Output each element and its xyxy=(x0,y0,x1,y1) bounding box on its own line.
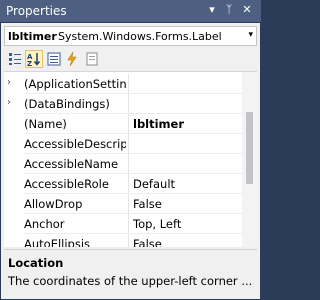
description-text: The coordinates of the upper-left corner… xyxy=(8,274,253,288)
property-value[interactable] xyxy=(128,154,242,174)
properties-panel: lbltimer System.Windows.Forms.Label ▾ A … xyxy=(1,23,260,299)
property-row[interactable]: AccessibleName xyxy=(4,154,242,174)
property-pages-icon[interactable] xyxy=(83,50,101,68)
property-value[interactable]: Top, Left xyxy=(128,214,242,234)
chevron-down-icon[interactable]: ▾ xyxy=(248,30,253,40)
expand-icon[interactable]: › xyxy=(7,97,17,108)
property-value[interactable]: Default xyxy=(128,174,242,194)
properties-icon[interactable] xyxy=(45,50,63,68)
window-title: Properties xyxy=(6,4,67,18)
property-value[interactable]: False xyxy=(128,234,242,247)
properties-title-bar: Properties ▾ ᛉ ✕ xyxy=(0,0,261,22)
property-value[interactable] xyxy=(128,134,242,154)
property-row[interactable]: AccessibleDescription xyxy=(4,134,242,154)
pin-icon[interactable]: ᛉ xyxy=(222,3,236,17)
property-row[interactable]: Anchor Top, Left xyxy=(4,214,242,234)
expand-icon[interactable]: › xyxy=(7,77,17,88)
property-name: (DataBindings) xyxy=(24,97,110,111)
description-title: Location xyxy=(8,256,64,270)
property-name: AccessibleDescription xyxy=(24,137,126,151)
close-icon[interactable]: ✕ xyxy=(240,3,254,17)
dropdown-icon[interactable]: ▾ xyxy=(205,3,219,17)
property-row[interactable]: (Name) lbltimer xyxy=(4,114,242,134)
property-row[interactable]: › (DataBindings) xyxy=(4,94,242,114)
property-name: AllowDrop xyxy=(24,197,83,211)
property-value[interactable]: lbltimer xyxy=(128,114,242,134)
categorized-icon[interactable] xyxy=(6,50,24,68)
property-grid: › (ApplicationSettings) › (DataBindings)… xyxy=(4,71,257,247)
property-name: AutoEllipsis xyxy=(24,237,91,247)
property-value[interactable] xyxy=(128,94,242,114)
vertical-scrollbar[interactable] xyxy=(242,72,257,247)
properties-toolbar: A Z xyxy=(4,49,257,69)
events-icon[interactable] xyxy=(63,50,81,68)
property-name: (ApplicationSettings) xyxy=(24,77,126,91)
description-pane: Location The coordinates of the upper-le… xyxy=(4,249,257,297)
object-type: System.Windows.Forms.Label xyxy=(58,30,222,43)
property-name: (Name) xyxy=(24,117,67,131)
property-value[interactable] xyxy=(128,74,242,94)
property-row[interactable]: AutoEllipsis False xyxy=(4,234,242,247)
property-row[interactable]: AccessibleRole Default xyxy=(4,174,242,194)
property-name: AccessibleRole xyxy=(24,177,109,191)
property-name: AccessibleName xyxy=(24,157,119,171)
svg-text:Z: Z xyxy=(27,60,32,67)
alphabetical-icon[interactable]: A Z xyxy=(25,50,43,68)
property-name: Anchor xyxy=(24,217,65,231)
property-row[interactable]: › (ApplicationSettings) xyxy=(4,74,242,94)
scrollbar-thumb[interactable] xyxy=(246,112,253,184)
property-value[interactable]: False xyxy=(128,194,242,214)
object-selector[interactable]: lbltimer System.Windows.Forms.Label ▾ xyxy=(4,26,257,46)
object-name: lbltimer xyxy=(8,30,57,43)
property-row[interactable]: AllowDrop False xyxy=(4,194,242,214)
